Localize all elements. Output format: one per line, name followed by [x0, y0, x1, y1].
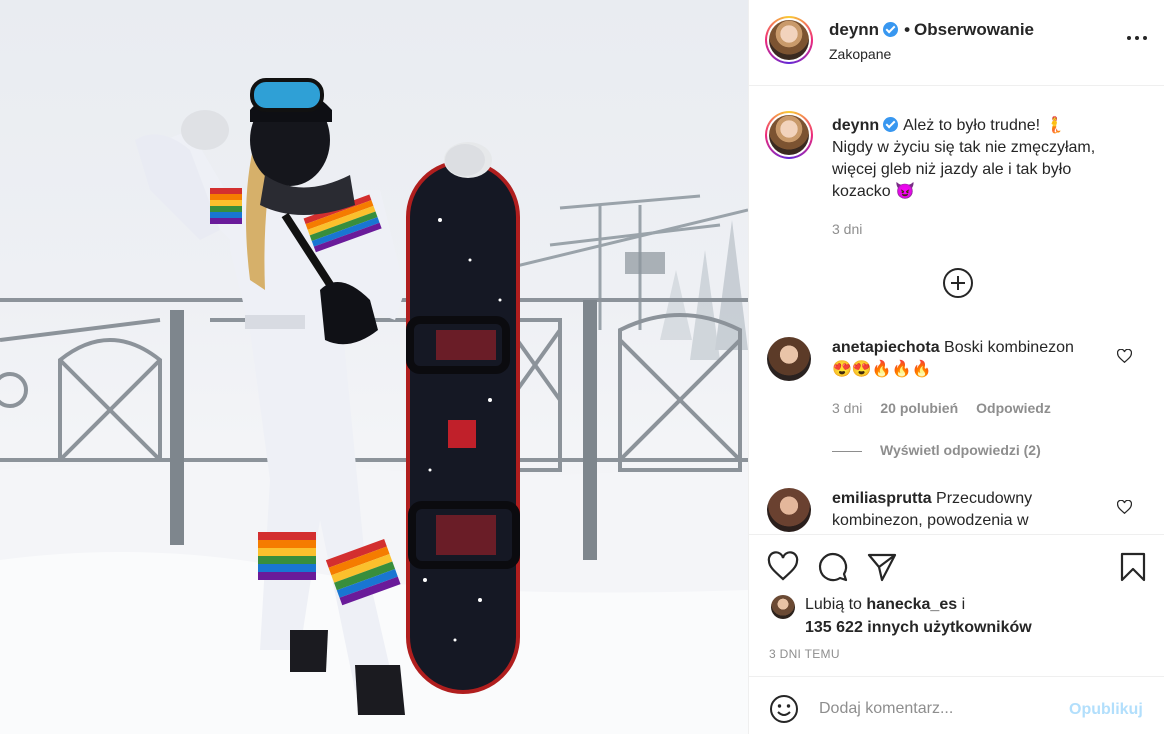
plus-circle-icon[interactable] [943, 268, 973, 298]
comment-text: Przecudowny [936, 490, 1033, 507]
comment-text: Boski kombinezon [944, 339, 1074, 356]
commenter-avatar[interactable] [767, 337, 811, 381]
comments-list[interactable]: deynn Ależ to było trudne! 🧜 Nigdy w życi… [749, 87, 1164, 534]
liker-avatar[interactable] [771, 595, 795, 619]
post-photo[interactable] [0, 0, 748, 734]
comment-username[interactable]: anetapiechota [832, 339, 940, 356]
publish-button[interactable]: Opublikuj [1069, 701, 1143, 719]
likes-count[interactable]: 135 622 innych użytkowników [805, 619, 1032, 636]
caption-line: Nigdy w życiu się tak nie zmęczyłam, [832, 139, 1096, 156]
add-comment-bar: Opublikuj [749, 676, 1164, 734]
caption-text: deynn Ależ to było trudne! 🧜 Nigdy w życi… [832, 115, 1152, 203]
verified-badge-icon [883, 117, 899, 132]
comment-age[interactable]: 3 dni [832, 400, 862, 416]
author-username[interactable]: deynn [829, 20, 879, 39]
caption-line: więcej gleb niż jazdy ale i tak było [832, 161, 1072, 178]
caption-line: kozacko 😈 [832, 183, 916, 200]
view-replies-button[interactable]: Wyświetl odpowiedzi (2) [832, 442, 1041, 458]
likes-conj: i [961, 596, 966, 613]
snowboarder-photo [0, 78, 748, 734]
author-avatar[interactable] [765, 16, 813, 64]
more-options-icon[interactable] [1127, 34, 1147, 42]
post-actions: Lubią to hanecka_es i 135 622 innych uży… [749, 534, 1164, 676]
emoji-icon[interactable] [769, 694, 799, 724]
verified-badge-icon [883, 22, 899, 37]
comment-icon[interactable] [817, 551, 849, 583]
like-comment-icon[interactable] [1117, 349, 1132, 363]
post-location[interactable]: Zakopane [829, 46, 891, 62]
separator-dot: • [904, 20, 911, 39]
post-timestamp[interactable]: 3 DNI TEMU [769, 647, 840, 661]
post-sidebar: deynn • Obserwowanie Zakopane deynn Ależ to… [748, 0, 1164, 734]
replies-divider [832, 450, 862, 452]
likes-prefix: Lubią to [805, 596, 862, 613]
comment-likes[interactable]: 20 polubień [880, 400, 958, 416]
view-replies-label: Wyświetl odpowiedzi (2) [880, 442, 1041, 458]
caption-line: Ależ to było trudne! 🧜 [903, 117, 1065, 134]
commenter-avatar[interactable] [767, 488, 811, 532]
caption-avatar[interactable] [765, 111, 813, 159]
comment-input[interactable] [819, 694, 1069, 724]
caption-age[interactable]: 3 dni [832, 221, 862, 237]
caption-username[interactable]: deynn [832, 117, 879, 134]
comment-text: kombinezon, powodzenia w [832, 512, 1029, 529]
comment-text: 😍😍🔥🔥🔥 [832, 361, 932, 378]
bookmark-icon[interactable] [1117, 551, 1149, 583]
heart-icon[interactable] [767, 551, 799, 583]
liker-username[interactable]: hanecka_es [866, 596, 957, 613]
share-icon[interactable] [866, 551, 898, 583]
reply-button[interactable]: Odpowiedz [976, 400, 1051, 416]
post-header: deynn • Obserwowanie Zakopane [749, 0, 1164, 86]
following-button[interactable]: Obserwowanie [914, 20, 1034, 39]
comment-username[interactable]: emiliasprutta [832, 490, 932, 507]
like-comment-icon[interactable] [1117, 500, 1132, 514]
